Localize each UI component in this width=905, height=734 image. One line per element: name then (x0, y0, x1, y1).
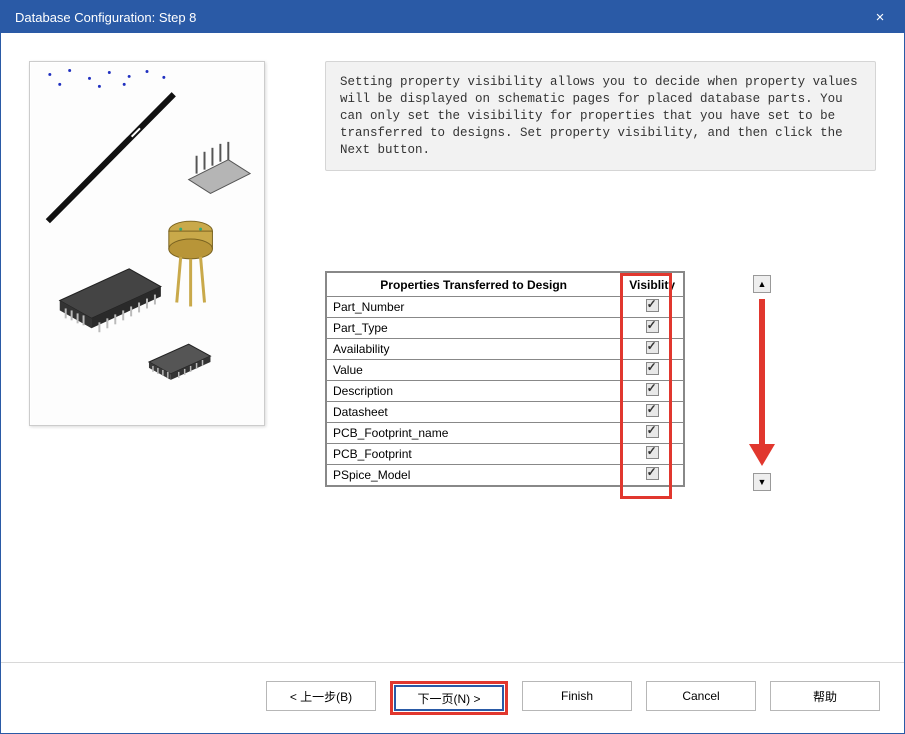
property-name-cell: Value (326, 359, 621, 380)
wizard-footer: < 上一步(B) 下一页(N) > Finish Cancel 帮助 (1, 662, 904, 733)
visibility-checkbox[interactable] (646, 446, 659, 459)
table-row: Availability (326, 338, 684, 359)
visibility-cell (621, 443, 684, 464)
property-name-cell: Part_Number (326, 296, 621, 317)
visibility-checkbox[interactable] (646, 320, 659, 333)
visibility-checkbox[interactable] (646, 425, 659, 438)
description-text: Setting property visibility allows you t… (325, 61, 876, 171)
col-header-visibility: Visiblity (621, 272, 684, 296)
visibility-cell (621, 401, 684, 422)
scroll-up-button[interactable]: ▲ (753, 275, 771, 293)
visibility-cell (621, 422, 684, 443)
visibility-cell (621, 464, 684, 486)
visibility-cell (621, 317, 684, 338)
visibility-checkbox[interactable] (646, 341, 659, 354)
visibility-checkbox[interactable] (646, 383, 659, 396)
visibility-cell (621, 380, 684, 401)
content-area: Setting property visibility allows you t… (1, 33, 904, 662)
components-illustration-icon (30, 62, 264, 425)
col-header-properties: Properties Transferred to Design (326, 272, 621, 296)
property-name-cell: PCB_Footprint (326, 443, 621, 464)
wizard-illustration (29, 61, 265, 426)
right-pane: Setting property visibility allows you t… (325, 61, 876, 634)
property-name-cell: Availability (326, 338, 621, 359)
visibility-checkbox[interactable] (646, 467, 659, 480)
side-scroll-area: ▲ ▼ (703, 271, 793, 491)
cancel-button[interactable]: Cancel (646, 681, 756, 711)
help-button[interactable]: 帮助 (770, 681, 880, 711)
table-row: Description (326, 380, 684, 401)
caret-down-icon: ▼ (758, 477, 767, 487)
property-name-cell: PSpice_Model (326, 464, 621, 486)
table-row: Value (326, 359, 684, 380)
table-row: Datasheet (326, 401, 684, 422)
back-button[interactable]: < 上一步(B) (266, 681, 376, 711)
close-icon[interactable]: × (870, 7, 890, 27)
caret-up-icon: ▲ (758, 279, 767, 289)
visibility-cell (621, 359, 684, 380)
table-row: Part_Number (326, 296, 684, 317)
next-button[interactable]: 下一页(N) > (394, 685, 504, 711)
property-name-cell: Description (326, 380, 621, 401)
property-name-cell: PCB_Footprint_name (326, 422, 621, 443)
next-button-highlight: 下一页(N) > (390, 681, 508, 715)
titlebar: Database Configuration: Step 8 × (1, 1, 904, 33)
visibility-checkbox[interactable] (646, 299, 659, 312)
visibility-checkbox[interactable] (646, 404, 659, 417)
table-area: Properties Transferred to Design Visibli… (325, 271, 876, 491)
property-name-cell: Datasheet (326, 401, 621, 422)
window-title: Database Configuration: Step 8 (15, 10, 870, 25)
scroll-down-button[interactable]: ▼ (753, 473, 771, 491)
table-row: Part_Type (326, 317, 684, 338)
wizard-window: Database Configuration: Step 8 × (0, 0, 905, 734)
visibility-checkbox[interactable] (646, 362, 659, 375)
red-down-arrow-annotation (753, 299, 771, 479)
table-row: PSpice_Model (326, 464, 684, 486)
table-row: PCB_Footprint (326, 443, 684, 464)
finish-button[interactable]: Finish (522, 681, 632, 711)
visibility-cell (621, 338, 684, 359)
table-row: PCB_Footprint_name (326, 422, 684, 443)
properties-table: Properties Transferred to Design Visibli… (325, 271, 685, 487)
visibility-cell (621, 296, 684, 317)
property-name-cell: Part_Type (326, 317, 621, 338)
